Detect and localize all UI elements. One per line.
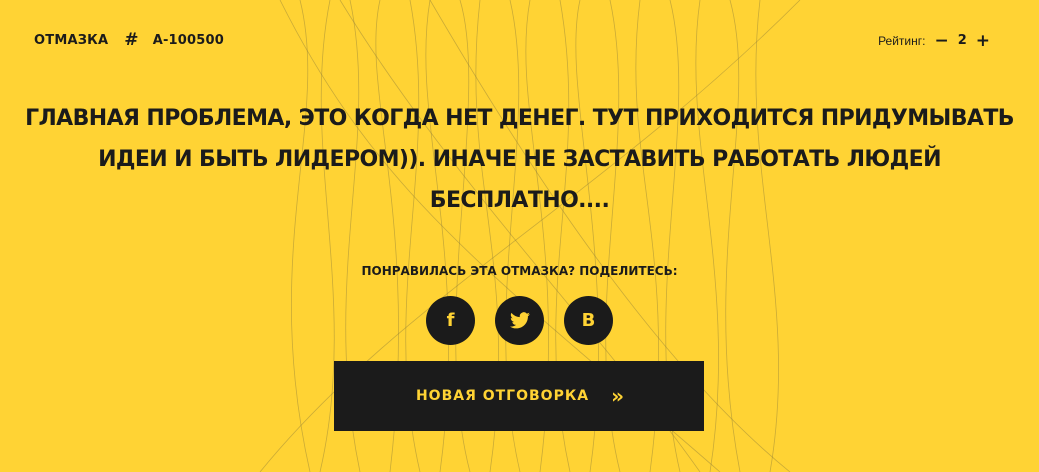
header: ОТМАЗКА # А-100500 <box>34 30 225 50</box>
double-chevron-right-icon: » <box>611 384 624 408</box>
facebook-share-button[interactable]: f <box>426 296 475 345</box>
rating-label: Рейтинг: <box>878 33 926 48</box>
rating: Рейтинг: − 2 + <box>878 32 990 49</box>
new-excuse-button[interactable]: НОВАЯ ОТГОВОРКА » <box>334 361 704 431</box>
excuse-id: А-100500 <box>152 33 225 48</box>
twitter-icon <box>509 312 530 329</box>
hash-icon: # <box>124 30 139 50</box>
new-excuse-label: НОВАЯ ОТГОВОРКА <box>415 388 590 404</box>
share-buttons: f В <box>0 296 1039 345</box>
brand-label: ОТМАЗКА <box>34 33 109 48</box>
facebook-icon: f <box>446 310 455 331</box>
vk-icon: В <box>581 310 596 331</box>
share-label: ПОНРАВИЛАСЬ ЭТА ОТМАЗКА? ПОДЕЛИТЕСЬ: <box>361 264 678 278</box>
twitter-share-button[interactable] <box>495 296 544 345</box>
rating-value: 2 <box>957 33 967 48</box>
vk-share-button[interactable]: В <box>564 296 613 345</box>
excuse-text: Главная проблема, это когда нет денег. Т… <box>25 106 1014 213</box>
rating-plus-button[interactable]: + <box>976 32 990 49</box>
rating-minus-button[interactable]: − <box>934 32 948 49</box>
